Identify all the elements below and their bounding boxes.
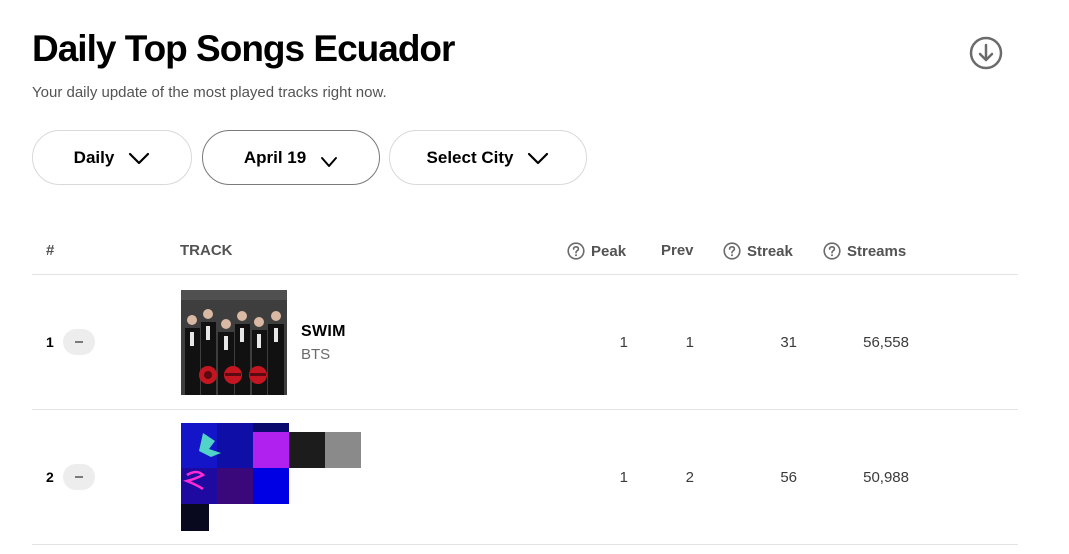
row-divider	[32, 544, 1018, 545]
no-change-dash-icon	[63, 329, 95, 355]
row-streams: 56,558	[863, 334, 909, 351]
no-change-dash-icon	[63, 464, 95, 490]
city-dropdown-label: Select City	[426, 147, 514, 167]
chevron-down-icon	[528, 152, 549, 164]
streams-column-label: Streams	[847, 242, 907, 260]
row-streams: 50,988	[863, 469, 909, 486]
streak-column-label: Streak	[747, 242, 793, 260]
peak-column-header[interactable]: Peak	[567, 242, 626, 260]
table-row[interactable]: 1 SWIM BTS 1 1 31 56,558	[32, 275, 1018, 410]
row-peak: 1	[619, 334, 628, 351]
track-title[interactable]: SWIM	[301, 323, 346, 341]
row-prev: 1	[685, 334, 694, 351]
row-streak: 56	[780, 469, 797, 486]
track-info[interactable]: SWIM BTS	[301, 323, 346, 363]
download-icon[interactable]	[969, 36, 1003, 70]
table-row[interactable]: 2 1 2 56 50,988	[32, 410, 1018, 545]
date-dropdown-label: April 19	[243, 147, 307, 167]
question-circle-icon[interactable]	[823, 242, 841, 260]
album-cover-image[interactable]	[181, 423, 362, 531]
page-title: Daily Top Songs Ecuador	[32, 28, 455, 69]
peak-column-label: Peak	[591, 242, 627, 260]
city-dropdown[interactable]: Select City	[389, 130, 587, 185]
chevron-down-icon	[129, 152, 150, 164]
question-circle-icon[interactable]	[723, 242, 741, 260]
album-cover-image[interactable]	[181, 290, 287, 395]
row-streak: 31	[780, 334, 797, 351]
table-header: # TRACK Peak Prev Streak Streams	[32, 238, 1018, 264]
streak-column-header[interactable]: Streak	[723, 242, 793, 260]
page-subtitle: Your daily update of the most played tra…	[32, 84, 387, 101]
charts-page: Daily Top Songs Ecuador Your daily updat…	[0, 0, 1069, 554]
streams-column-header[interactable]: Streams	[823, 242, 906, 260]
period-dropdown[interactable]: Daily	[32, 130, 192, 185]
period-dropdown-label: Daily	[73, 147, 115, 167]
rank-column-header: #	[46, 242, 55, 259]
row-rank: 1	[46, 334, 54, 350]
row-prev: 2	[685, 469, 694, 486]
track-column-header: TRACK	[180, 242, 233, 259]
date-dropdown[interactable]: April 19	[202, 130, 380, 185]
chevron-down-icon	[321, 156, 338, 167]
row-rank: 2	[46, 469, 54, 485]
row-peak: 1	[619, 469, 628, 486]
track-artist[interactable]: BTS	[301, 346, 346, 363]
question-circle-icon[interactable]	[567, 242, 585, 260]
prev-column-header: Prev	[661, 242, 694, 259]
